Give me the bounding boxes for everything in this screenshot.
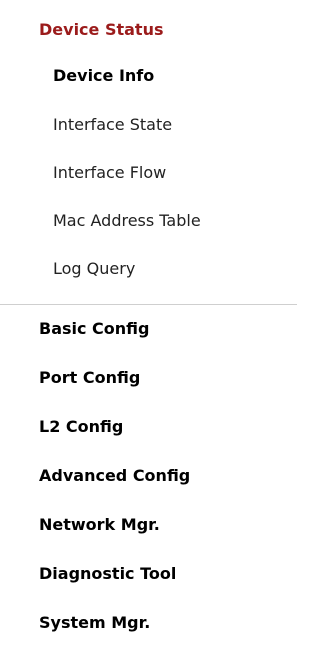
sidebar-nav: Device Status Device Info Interface Stat… [0,0,297,669]
nav-group-diagnostic-tool[interactable]: Diagnostic Tool [39,564,176,583]
nav-group-system-mgr[interactable]: System Mgr. [39,613,150,632]
nav-divider [0,304,297,305]
nav-group-network-mgr[interactable]: Network Mgr. [39,515,160,534]
nav-item-interface-state[interactable]: Interface State [53,115,172,134]
nav-group-advanced-config[interactable]: Advanced Config [39,466,190,485]
nav-group-port-config[interactable]: Port Config [39,368,140,387]
nav-group-basic-config[interactable]: Basic Config [39,319,150,338]
nav-item-log-query[interactable]: Log Query [53,259,135,278]
nav-item-interface-flow[interactable]: Interface Flow [53,163,166,182]
nav-group-device-status[interactable]: Device Status [39,20,163,39]
nav-group-l2-config[interactable]: L2 Config [39,417,123,436]
nav-item-mac-address-table[interactable]: Mac Address Table [53,211,201,230]
nav-item-device-info[interactable]: Device Info [53,66,154,85]
